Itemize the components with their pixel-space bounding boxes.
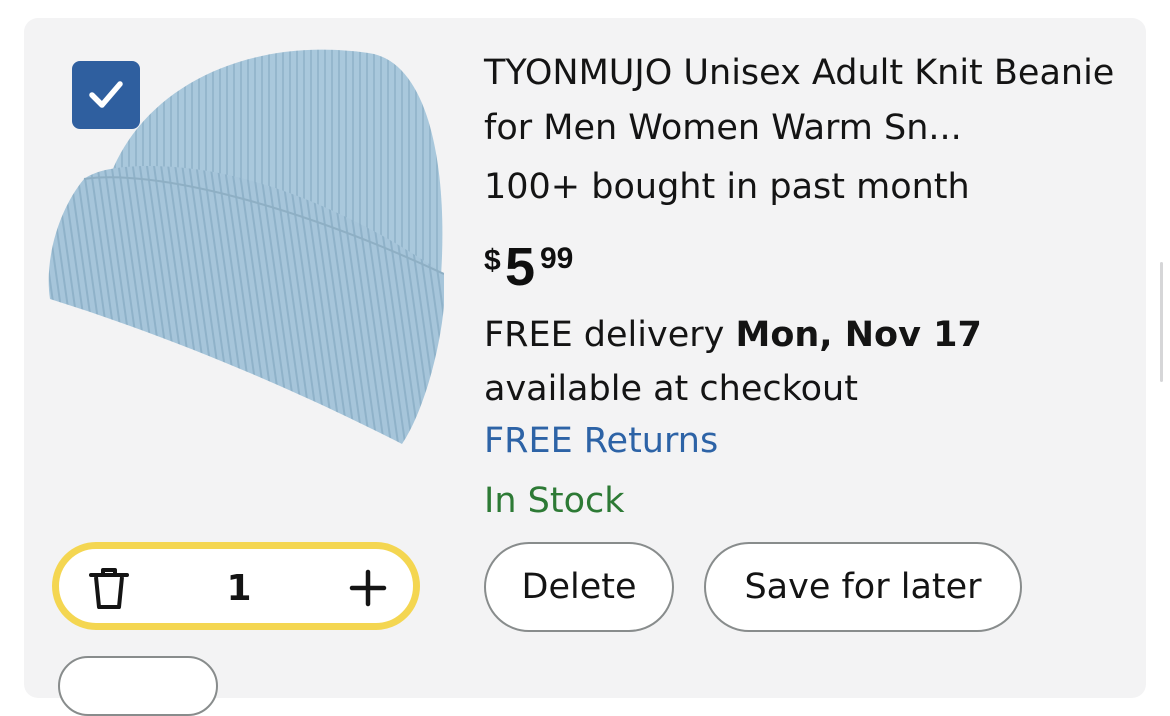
quantity-stepper: 1 [52, 542, 420, 630]
delivery-info: FREE delivery Mon, Nov 17 available at c… [484, 308, 1134, 416]
price-whole: 5 [505, 237, 536, 297]
save-for-later-button[interactable]: Save for later [704, 542, 1022, 632]
product-title[interactable]: TYONMUJO Unisex Adult Knit Beanie for Me… [484, 46, 1124, 156]
delivery-prefix: FREE delivery [484, 315, 736, 355]
free-returns-link[interactable]: FREE Returns [484, 414, 718, 468]
more-actions-button[interactable] [58, 656, 218, 716]
purchase-count: 100+ bought in past month [484, 167, 970, 207]
price-currency: $ [484, 244, 501, 277]
item-select-checkbox[interactable] [72, 61, 140, 129]
delivery-date: Mon, Nov 17 [735, 315, 982, 355]
trash-icon[interactable] [89, 567, 129, 611]
delivery-suffix: available at checkout [484, 369, 858, 409]
stock-status: In Stock [484, 481, 625, 521]
price-fraction: 99 [540, 242, 574, 275]
checkmark-icon [89, 81, 123, 108]
delete-button[interactable]: Delete [484, 542, 674, 632]
quantity-value: 1 [226, 568, 252, 609]
plus-icon[interactable] [349, 569, 387, 607]
scrollbar-thumb[interactable] [1160, 262, 1163, 382]
